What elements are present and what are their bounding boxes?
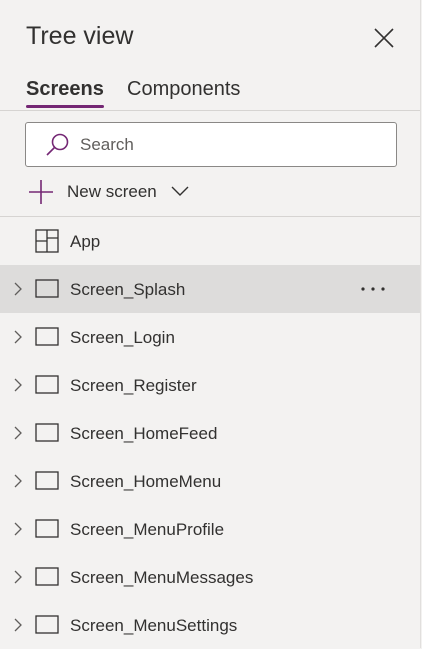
app-label: App [70,232,101,251]
tree-item-screen[interactable]: Screen_HomeFeed [0,409,420,457]
tab-screens-label: Screens [26,78,104,100]
chevron-right-icon[interactable] [12,617,24,633]
close-icon [374,28,394,48]
screen-icon [35,615,59,634]
new-screen-label: New screen [67,182,157,201]
panel-title: Tree view [26,22,134,50]
screen-icon [35,423,59,442]
screen-label: Screen_MenuMessages [70,568,254,587]
screen-icon [35,375,59,394]
screen-icon [35,327,59,346]
screens-list: Screen_Splash Screen_Login Screen_Regist… [0,265,420,649]
tab-screens[interactable]: Screens [26,78,104,108]
plus-icon [29,180,53,204]
chevron-right-icon[interactable] [12,473,24,489]
tree-item-screen[interactable]: Screen_Splash [0,265,420,313]
chevron-right-icon[interactable] [12,521,24,537]
screen-icon [35,471,59,490]
screen-label: Screen_MenuSettings [70,616,238,635]
screen-label: Screen_Splash [70,280,186,299]
chevron-right-icon[interactable] [12,281,24,297]
tree-view-panel: Tree view Screens Components Search New … [0,0,421,648]
active-tab-indicator [26,105,104,108]
tree-item-screen[interactable]: Screen_Login [0,313,420,361]
chevron-right-icon[interactable] [12,425,24,441]
close-button[interactable] [368,22,400,54]
tab-components[interactable]: Components [127,78,240,101]
divider [0,216,420,217]
tab-components-label: Components [127,78,241,100]
screen-label: Screen_MenuProfile [70,520,225,539]
chevron-right-icon[interactable] [12,329,24,345]
screen-icon [35,279,59,298]
chevron-down-icon[interactable] [170,184,190,198]
tree-item-screen[interactable]: Screen_MenuSettings [0,601,420,649]
tab-bar: Screens Components [0,74,420,111]
tree-item-screen[interactable]: Screen_HomeMenu [0,457,420,505]
screen-label: Screen_HomeMenu [70,472,222,491]
tree-item-screen[interactable]: Screen_Register [0,361,420,409]
screen-label: Screen_HomeFeed [70,424,218,443]
screen-icon [35,567,59,586]
app-icon [35,229,59,253]
search-input[interactable]: Search [25,122,397,167]
search-placeholder: Search [80,135,134,154]
chevron-right-icon[interactable] [12,377,24,393]
tree-item-app[interactable]: App [0,218,420,264]
screen-icon [35,519,59,538]
new-screen-button[interactable]: New screen [26,174,206,208]
tree-item-screen[interactable]: Screen_MenuMessages [0,553,420,601]
screen-label: Screen_Login [70,328,175,347]
chevron-right-icon[interactable] [12,569,24,585]
tree-item-screen[interactable]: Screen_MenuProfile [0,505,420,553]
search-icon [46,133,69,156]
more-options-icon[interactable] [358,277,388,301]
screen-label: Screen_Register [70,376,197,395]
